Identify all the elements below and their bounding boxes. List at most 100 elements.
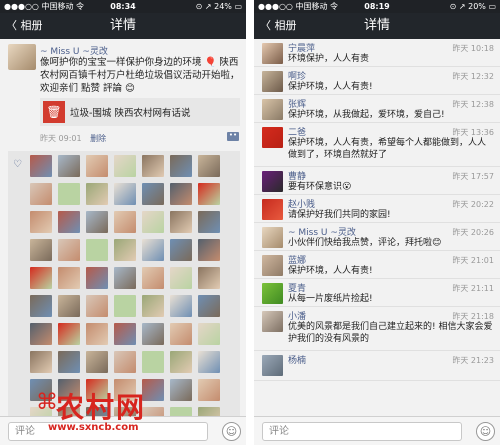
liker-avatar[interactable] xyxy=(170,155,192,177)
liker-avatar[interactable] xyxy=(86,239,108,261)
liker-avatar[interactable] xyxy=(30,351,52,373)
liker-avatar[interactable] xyxy=(198,211,220,233)
commenter-avatar[interactable] xyxy=(262,255,283,276)
commenter-avatar[interactable] xyxy=(262,99,283,120)
liker-avatar[interactable] xyxy=(198,267,220,289)
liker-avatar[interactable] xyxy=(58,379,80,401)
liker-avatar[interactable] xyxy=(198,379,220,401)
comment-item[interactable]: 杨楠 昨天 21:23 xyxy=(254,351,500,381)
liker-avatar[interactable] xyxy=(114,407,136,416)
commenter-avatar[interactable] xyxy=(262,127,283,148)
liker-avatar[interactable] xyxy=(198,351,220,373)
liker-avatar[interactable] xyxy=(114,351,136,373)
liker-avatar[interactable] xyxy=(198,155,220,177)
comment-item[interactable]: 二爸 昨天 13:36 保护环境，人人有责，希望每个人都能做到，人人做到了，环境自然… xyxy=(254,123,500,167)
liker-avatar[interactable] xyxy=(86,155,108,177)
liker-avatar[interactable] xyxy=(170,211,192,233)
liker-avatar[interactable] xyxy=(30,239,52,261)
comment-menu-icon[interactable]: •• xyxy=(227,132,239,141)
liker-avatar[interactable] xyxy=(142,295,164,317)
commenter-avatar[interactable] xyxy=(262,199,283,220)
liker-avatar[interactable] xyxy=(114,211,136,233)
liker-avatar[interactable] xyxy=(170,295,192,317)
comment-item[interactable]: ~ Miss U ~灵改 昨天 20:26 小伙伴们快给我点赞，评论，拜托啦😊 xyxy=(254,223,500,251)
liker-avatar[interactable] xyxy=(114,267,136,289)
liker-avatar[interactable] xyxy=(142,407,164,416)
liker-avatar[interactable] xyxy=(30,267,52,289)
liker-avatar[interactable] xyxy=(58,155,80,177)
liker-avatar[interactable] xyxy=(198,295,220,317)
comment-input[interactable]: 评论 xyxy=(8,422,208,441)
commenter-name[interactable]: 杨楠 xyxy=(288,353,306,366)
liker-avatar[interactable] xyxy=(86,211,108,233)
commenter-avatar[interactable] xyxy=(262,43,283,64)
liker-avatar[interactable] xyxy=(58,295,80,317)
commenter-avatar[interactable] xyxy=(262,171,283,192)
commenter-avatar[interactable] xyxy=(262,311,283,332)
liker-avatar[interactable] xyxy=(30,155,52,177)
liker-avatar[interactable] xyxy=(114,155,136,177)
liker-avatar[interactable] xyxy=(86,267,108,289)
liker-avatar[interactable] xyxy=(30,323,52,345)
liker-avatar[interactable] xyxy=(58,407,80,416)
liker-avatar[interactable] xyxy=(58,211,80,233)
author-avatar[interactable] xyxy=(8,44,36,70)
comment-item[interactable]: 宁晨萍 昨天 10:18 环境保护，人人有责 xyxy=(254,39,500,67)
liker-avatar[interactable] xyxy=(86,379,108,401)
liker-avatar[interactable] xyxy=(114,323,136,345)
liker-avatar[interactable] xyxy=(198,239,220,261)
liker-avatar[interactable] xyxy=(30,295,52,317)
comment-item[interactable]: 夏青 昨天 21:11 从每一片废纸片捡起! xyxy=(254,279,500,307)
liker-avatar[interactable] xyxy=(198,407,220,416)
comment-item[interactable]: 蓝娜 昨天 21:01 保护环境，人人有责! xyxy=(254,251,500,279)
liker-avatar[interactable] xyxy=(30,183,52,205)
liker-avatar[interactable] xyxy=(142,155,164,177)
liker-avatar[interactable] xyxy=(86,323,108,345)
liker-avatar[interactable] xyxy=(30,211,52,233)
comment-item[interactable]: 啊珍 昨天 12:32 保护环境，人人有责! xyxy=(254,67,500,95)
liker-avatar[interactable] xyxy=(170,351,192,373)
emoji-icon[interactable]: ☺ xyxy=(222,422,241,441)
liker-avatar[interactable] xyxy=(170,379,192,401)
liker-avatar[interactable] xyxy=(142,211,164,233)
liker-avatar[interactable] xyxy=(114,379,136,401)
liker-avatar[interactable] xyxy=(170,267,192,289)
liker-avatar[interactable] xyxy=(114,239,136,261)
liker-avatar[interactable] xyxy=(142,323,164,345)
liker-avatar[interactable] xyxy=(170,183,192,205)
liker-avatar[interactable] xyxy=(30,379,52,401)
comment-item[interactable]: 小潘 昨天 21:18 优美的风景都是我们自己建立起来的! 相信大家会爱护我们的没有… xyxy=(254,307,500,351)
liker-avatar[interactable] xyxy=(114,295,136,317)
commenter-avatar[interactable] xyxy=(262,71,283,92)
liker-avatar[interactable] xyxy=(170,239,192,261)
liker-avatar[interactable] xyxy=(58,323,80,345)
liker-avatar[interactable] xyxy=(142,239,164,261)
liker-avatar[interactable] xyxy=(142,379,164,401)
comment-item[interactable]: 赵小贱 昨天 20:22 请保护好我们共同的家园! xyxy=(254,195,500,223)
liker-avatar[interactable] xyxy=(142,183,164,205)
liker-avatar[interactable] xyxy=(86,295,108,317)
liker-avatar[interactable] xyxy=(170,407,192,416)
comment-input[interactable]: 评论 xyxy=(262,422,462,441)
liker-avatar[interactable] xyxy=(142,351,164,373)
liker-avatar[interactable] xyxy=(198,323,220,345)
liker-avatar[interactable] xyxy=(86,183,108,205)
liker-avatar[interactable] xyxy=(170,323,192,345)
liker-avatar[interactable] xyxy=(198,183,220,205)
liker-avatar[interactable] xyxy=(30,407,52,416)
comment-item[interactable]: 曹静 昨天 17:57 要有环保意识😮 xyxy=(254,167,500,195)
liker-avatar[interactable] xyxy=(86,351,108,373)
shared-link-card[interactable]: 🗑 垃圾-围城 陕西农村网有话说 xyxy=(40,98,240,126)
liker-avatar[interactable] xyxy=(58,351,80,373)
delete-link[interactable]: 删除 xyxy=(90,134,106,143)
liker-avatar[interactable] xyxy=(58,267,80,289)
commenter-avatar[interactable] xyxy=(262,283,283,304)
liker-avatar[interactable] xyxy=(142,267,164,289)
liker-avatar[interactable] xyxy=(58,239,80,261)
liker-avatar[interactable] xyxy=(86,407,108,416)
liker-avatar[interactable] xyxy=(58,183,80,205)
commenter-avatar[interactable] xyxy=(262,355,283,376)
liker-avatar[interactable] xyxy=(114,183,136,205)
comment-item[interactable]: 张辉 昨天 12:38 保护环境，从我做起，爱环境，爱自己! xyxy=(254,95,500,123)
emoji-icon[interactable]: ☺ xyxy=(476,422,495,441)
